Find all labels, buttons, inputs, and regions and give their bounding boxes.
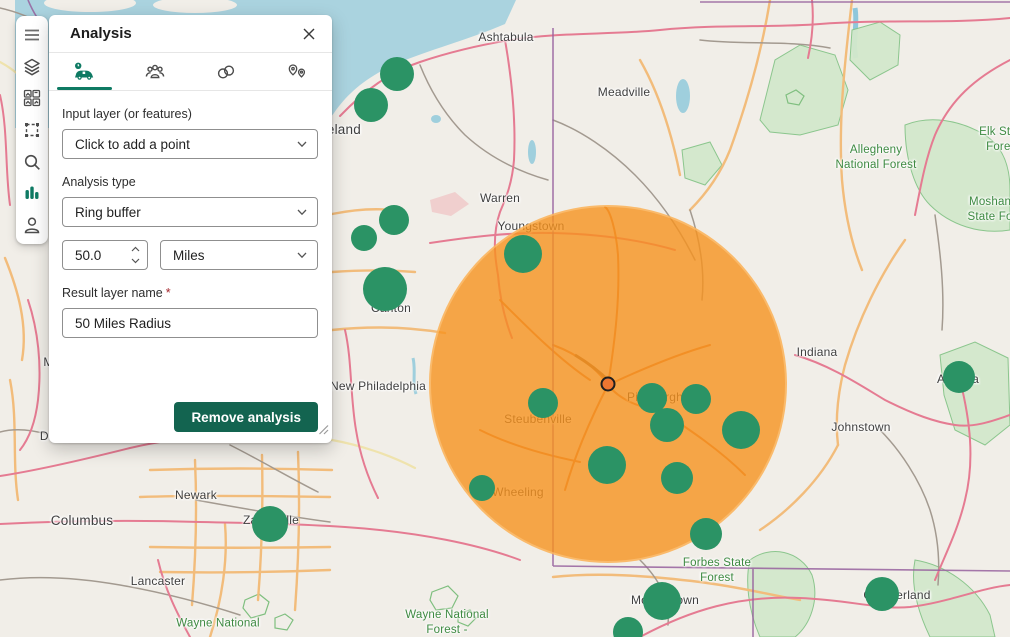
panel-title: Analysis [70,25,296,42]
panel-footer: Remove analysis [174,402,318,432]
tab-people[interactable] [120,53,191,90]
feature-dot[interactable] [681,384,711,414]
toolbar-sidebar [16,16,48,244]
feature-dot[interactable] [865,577,899,611]
analysis-panel: Analysis [49,15,332,443]
analysis-type-label: Analysis type [62,175,318,189]
feature-dot[interactable] [380,57,414,91]
feature-dot[interactable] [661,462,693,494]
link-chain-icon [214,61,238,83]
close-button[interactable] [296,21,322,47]
required-asterisk: * [166,286,171,300]
drive-time-car-icon [72,61,96,83]
panel-body: Input layer (or features) Click to add a… [49,91,332,338]
chevron-down-icon [131,257,140,264]
input-layer-label-text: Input layer (or features) [62,107,192,121]
analysis-type-value: Ring buffer [75,205,141,220]
distance-row: 50.0 Miles [62,240,318,270]
feature-dot[interactable] [351,225,377,251]
charts-icon[interactable] [22,183,42,203]
feature-dot[interactable] [528,388,558,418]
chevron-down-icon [296,206,308,218]
tab-pins[interactable] [261,53,332,90]
search-icon[interactable] [22,152,42,172]
analysis-type-select[interactable]: Ring buffer [62,197,318,227]
chevron-down-icon [296,138,308,150]
result-layer-value: 50 Miles Radius [75,316,171,331]
result-layer-label: Result layer name* [62,286,318,300]
tab-link[interactable] [191,53,262,90]
feature-dot[interactable] [363,267,407,311]
result-layer-input[interactable]: 50 Miles Radius [62,308,318,338]
stepper-up-button[interactable] [127,244,143,255]
person-icon[interactable] [22,215,42,235]
feature-dot[interactable] [943,361,975,393]
feature-dot[interactable] [354,88,388,122]
distance-input[interactable]: 50.0 [62,240,148,270]
analysis-tabs [49,53,332,91]
chevron-up-icon [131,246,140,253]
tab-drive-time[interactable] [49,53,120,90]
remove-analysis-button[interactable]: Remove analysis [174,402,318,432]
feature-dot[interactable] [588,446,626,484]
feature-dot[interactable] [504,235,542,273]
feature-dot[interactable] [650,408,684,442]
panel-resize-handle[interactable] [318,422,329,440]
layers-icon[interactable] [22,57,42,77]
feature-dot[interactable] [469,475,495,501]
menu-icon[interactable] [22,25,42,45]
input-layer-select[interactable]: Click to add a point [62,129,318,159]
extent-select-icon[interactable] [22,120,42,140]
map-pins-icon [285,61,309,83]
stepper-down-button[interactable] [127,255,143,266]
units-value: Miles [173,248,205,263]
feature-dot[interactable] [690,518,722,550]
analysis-type-label-text: Analysis type [62,175,136,189]
feature-dot[interactable] [252,506,288,542]
panel-header: Analysis [49,15,332,53]
feature-dot[interactable] [379,205,409,235]
result-layer-label-text: Result layer name [62,286,163,300]
chevron-down-icon [296,249,308,261]
input-layer-label: Input layer (or features) [62,107,318,121]
feature-dot[interactable] [613,617,643,637]
distance-value: 50.0 [75,248,101,263]
basemap-gallery-icon[interactable] [22,88,42,108]
distance-stepper [127,244,143,266]
app: AshtabulaMeadvilleClevelandWarrenYoungst… [0,0,1010,637]
people-group-icon [143,61,167,83]
units-select[interactable]: Miles [160,240,318,270]
feature-dot[interactable] [722,411,760,449]
resize-grip-icon [318,424,329,435]
feature-dot[interactable] [643,582,681,620]
input-layer-value: Click to add a point [75,137,190,152]
close-icon [302,27,316,41]
